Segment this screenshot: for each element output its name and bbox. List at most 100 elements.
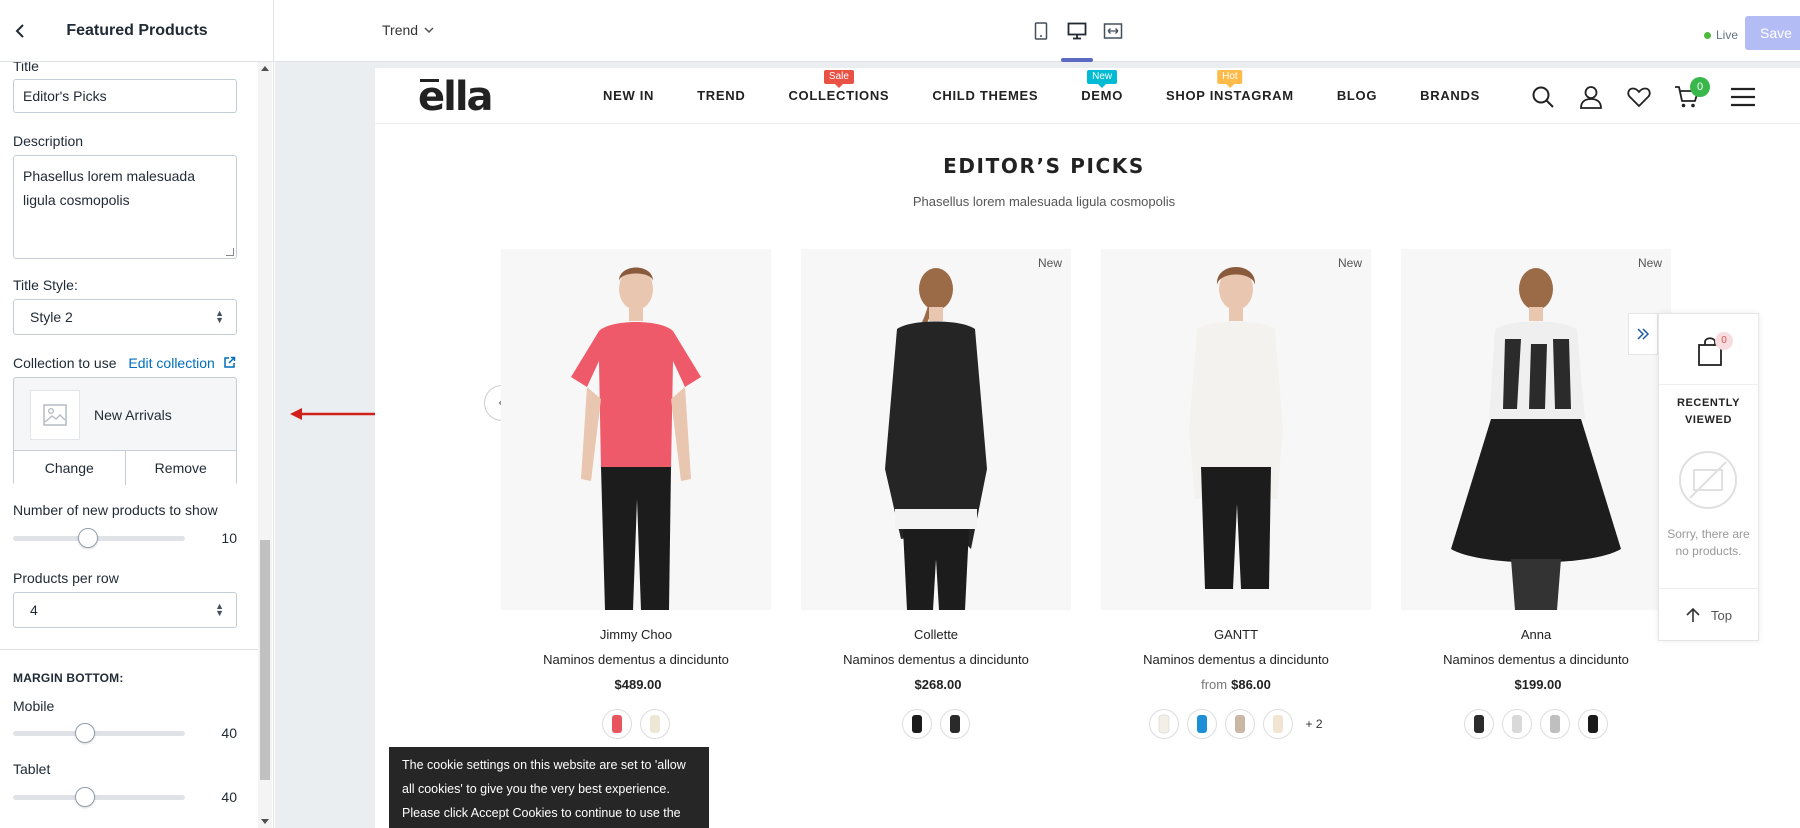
slider-thumb[interactable]	[78, 528, 98, 548]
back-to-top-button[interactable]: Top	[1659, 589, 1758, 641]
cookie-notice: The cookie settings on this website are …	[389, 747, 709, 828]
color-swatch[interactable]	[902, 709, 932, 739]
nav-item-brands[interactable]: BRANDS	[1420, 88, 1480, 103]
product-badge: New	[1037, 256, 1062, 270]
recently-viewed-toggle[interactable]	[1628, 313, 1658, 355]
edit-collection-link[interactable]: Edit collection	[128, 355, 214, 371]
price-prefix: from	[1201, 677, 1228, 692]
view-mode-switcher	[1030, 16, 1124, 62]
title-style-select[interactable]: Style 2 ▲ ▼	[13, 299, 237, 335]
margin-bottom-heading: MARGIN BOTTOM:	[13, 671, 124, 685]
settings-sidebar: Title Editor's Picks Description Phasell…	[0, 62, 274, 828]
slider-thumb[interactable]	[75, 787, 95, 807]
panel-header: Featured Products	[0, 0, 274, 62]
color-swatch[interactable]	[1578, 709, 1608, 739]
scroll-thumb[interactable]	[260, 540, 270, 780]
change-collection-button[interactable]: Change	[14, 451, 126, 485]
color-swatch[interactable]	[1187, 709, 1218, 739]
scroll-up-icon[interactable]	[261, 66, 269, 71]
select-arrows-icon: ▲ ▼	[215, 601, 224, 618]
external-link-icon[interactable]	[223, 356, 236, 369]
nav-item-collections[interactable]: Sale COLLECTIONS	[788, 70, 889, 103]
product-vendor[interactable]: GANTT	[1101, 627, 1371, 642]
per-row-select[interactable]: 4 ▲ ▼	[13, 592, 237, 628]
recently-viewed-title: RECENTLY VIEWED	[1676, 397, 1741, 426]
page-selector[interactable]: Trend	[382, 22, 434, 38]
per-row-value: 4	[30, 602, 38, 618]
save-button[interactable]: Save	[1745, 16, 1800, 50]
color-swatch[interactable]	[1502, 709, 1532, 739]
nav-item-new-in[interactable]: NEW IN	[603, 88, 654, 103]
product-price: $268.00	[914, 677, 962, 692]
color-swatch[interactable]	[602, 709, 632, 739]
color-swatch[interactable]	[1149, 709, 1180, 739]
nav-item-child-themes[interactable]: CHILD THEMES	[932, 88, 1038, 103]
model-figure-icon	[885, 268, 987, 610]
cart-icon[interactable]: 0	[1674, 77, 1710, 110]
description-textarea[interactable]: Phasellus lorem malesuada ligula cosmopo…	[13, 155, 237, 259]
product-vendor[interactable]: Collette	[801, 627, 1071, 642]
hamburger-menu-icon[interactable]	[1730, 84, 1756, 110]
color-swatch[interactable]	[1225, 709, 1256, 739]
product-name[interactable]: Naminos dementus a dincidunto	[1401, 652, 1671, 667]
mobile-view-button[interactable]	[1030, 16, 1052, 46]
product-name[interactable]: Naminos dementus a dincidunto	[1101, 652, 1371, 667]
full-width-view-button[interactable]	[1102, 16, 1124, 46]
wishlist-heart-icon[interactable]	[1626, 84, 1652, 110]
panel-divider	[1659, 384, 1758, 385]
nav-item-demo[interactable]: New DEMO	[1081, 70, 1123, 103]
color-swatch[interactable]	[1464, 709, 1494, 739]
remove-collection-button[interactable]: Remove	[126, 451, 237, 485]
header-icons: 0	[1530, 77, 1756, 110]
mobile-margin-label: Mobile	[13, 698, 55, 714]
store-logo[interactable]: ella	[418, 74, 494, 120]
back-button[interactable]	[6, 17, 34, 45]
store-nav: NEW IN TREND Sale COLLECTIONS CHILD THEM…	[603, 70, 1523, 103]
product-name[interactable]: Naminos dementus a dincidunto	[501, 652, 771, 667]
color-swatch[interactable]	[1540, 709, 1570, 739]
nav-label: NEW IN	[603, 88, 655, 103]
nav-label: CHILD THEMES	[932, 88, 1039, 103]
color-swatch[interactable]	[640, 709, 670, 739]
product-image[interactable]: New	[1101, 249, 1371, 610]
swatch-thumb	[950, 715, 960, 733]
select-arrows-icon: ▲ ▼	[215, 308, 224, 325]
recently-viewed-count: 0	[1715, 332, 1733, 350]
product-price-row: $489.00	[501, 677, 771, 692]
slider-thumb[interactable]	[75, 723, 95, 743]
nav-item-trend[interactable]: TREND	[697, 88, 745, 103]
num-products-slider[interactable]	[13, 528, 185, 548]
nav-item-blog[interactable]: BLOG	[1337, 88, 1377, 103]
resize-grip-icon[interactable]	[226, 248, 234, 256]
hot-badge: Hot	[1217, 70, 1243, 88]
product-vendor[interactable]: Jimmy Choo	[501, 627, 771, 642]
desktop-view-button[interactable]	[1061, 16, 1093, 62]
product-image[interactable]: New	[801, 249, 1071, 610]
collection-name: New Arrivals	[94, 407, 172, 423]
account-icon[interactable]	[1578, 84, 1604, 110]
section-description: Phasellus lorem malesuada ligula cosmopo…	[912, 194, 1176, 209]
live-dot-icon	[1704, 31, 1711, 39]
tablet-margin-slider[interactable]	[13, 787, 185, 807]
tablet-margin-label: Tablet	[13, 761, 51, 777]
mobile-margin-slider[interactable]	[13, 723, 185, 743]
model-figure-icon	[571, 267, 701, 610]
product-name[interactable]: Naminos dementus a dincidunto	[801, 652, 1071, 667]
search-icon[interactable]	[1530, 84, 1556, 110]
more-swatches-label[interactable]: + 2	[1305, 717, 1322, 731]
mobile-margin-value: 40	[221, 725, 237, 741]
color-swatches	[801, 709, 1071, 739]
product-vendor[interactable]: Anna	[1401, 627, 1671, 642]
nav-item-shop-instagram[interactable]: Hot SHOP INSTAGRAM	[1166, 70, 1294, 103]
title-input[interactable]: Editor's Picks	[13, 79, 237, 113]
product-image[interactable]	[501, 249, 771, 610]
scroll-down-icon[interactable]	[261, 819, 269, 824]
color-swatch[interactable]	[1263, 709, 1294, 739]
sidebar-scrollbar[interactable]	[258, 62, 272, 828]
store-header: ella NEW IN TREND Sale COLLECTIONS CHILD…	[375, 68, 1800, 124]
swatch-thumb	[1273, 715, 1284, 733]
swatch-thumb	[1512, 715, 1522, 733]
product-image[interactable]: New	[1401, 249, 1671, 610]
title-label: Title	[13, 62, 39, 74]
color-swatch[interactable]	[940, 709, 970, 739]
